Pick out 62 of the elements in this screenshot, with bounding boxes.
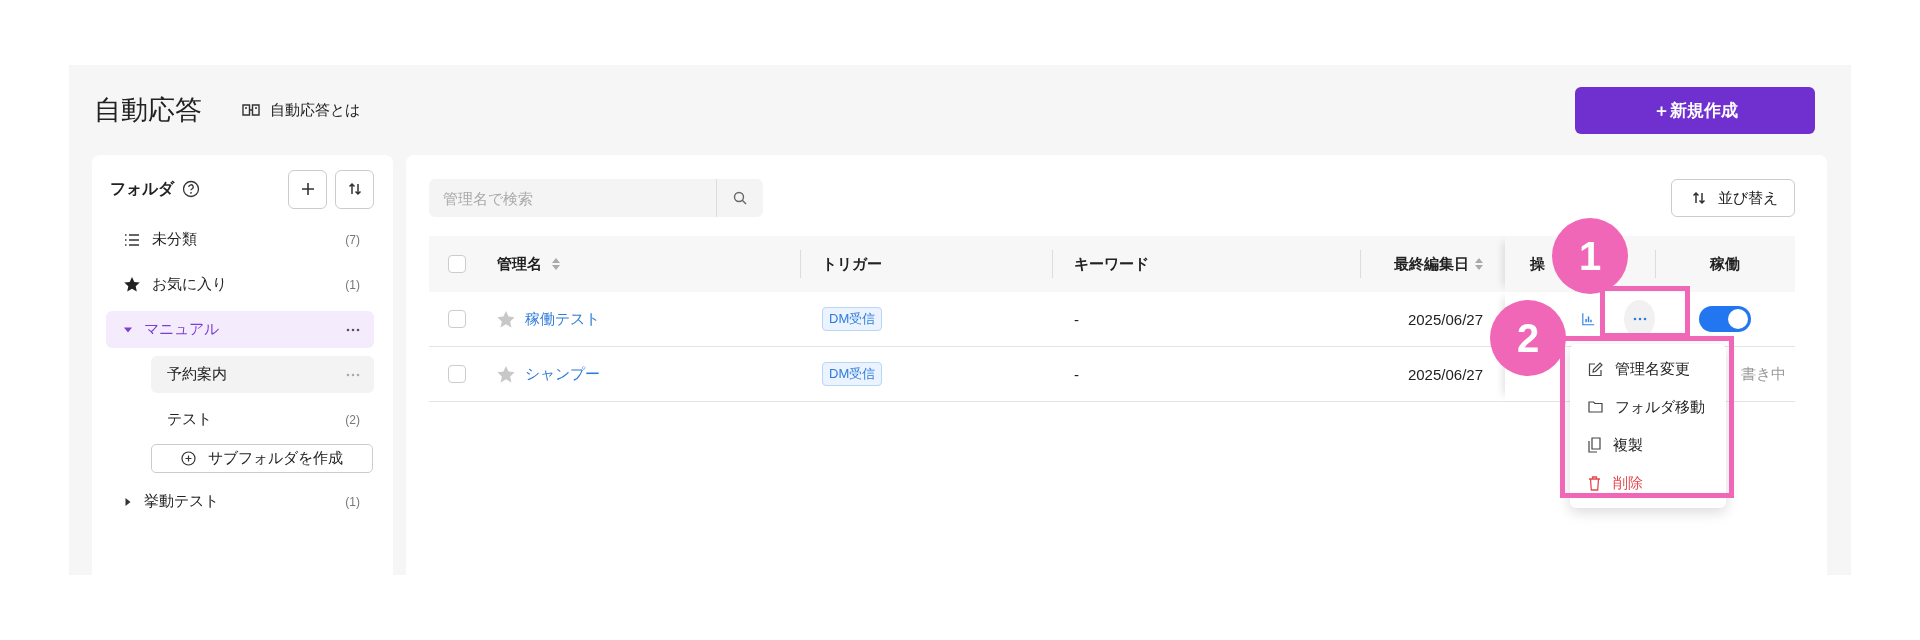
menu-item[interactable]: 複製: [1570, 426, 1726, 464]
book-icon: [242, 103, 260, 117]
sort-icon[interactable]: [552, 258, 560, 270]
item-count: (2): [345, 412, 360, 427]
copy-icon: [1588, 437, 1601, 453]
plus-icon: [299, 181, 316, 197]
list-icon: [124, 233, 140, 246]
keyword-cell: -: [1074, 365, 1079, 383]
folder-item[interactable]: 挙動テスト (1): [106, 483, 374, 520]
create-button[interactable]: ＋新規作成: [1575, 86, 1815, 134]
trigger-tag: DM受信: [822, 307, 883, 331]
more-icon: [1632, 317, 1647, 321]
more-icon[interactable]: [346, 327, 360, 332]
create-subfolder-button[interactable]: サブフォルダを作成: [151, 444, 373, 473]
sort-icon[interactable]: [1475, 258, 1483, 270]
sort-folders-button[interactable]: [335, 169, 374, 209]
help-link[interactable]: 自動応答とは: [242, 100, 360, 120]
bar-chart-icon[interactable]: [1582, 311, 1596, 327]
row-checkbox[interactable]: [448, 365, 466, 383]
item-count: (7): [345, 232, 360, 247]
item-count: (1): [345, 277, 360, 292]
menu-item[interactable]: フォルダ移動: [1570, 388, 1726, 426]
star-icon: [124, 277, 140, 292]
keyword-cell: -: [1074, 310, 1079, 328]
date-cell: 2025/06/27: [1407, 365, 1483, 383]
sort-icon: [347, 182, 362, 196]
folder-icon: [1588, 401, 1603, 413]
menu-item[interactable]: 管理名変更: [1570, 350, 1726, 388]
menu-item[interactable]: 削除: [1570, 464, 1726, 502]
caret-icon[interactable]: [124, 497, 132, 506]
folder-item[interactable]: お気に入り (1): [106, 266, 374, 303]
search-icon[interactable]: [733, 191, 747, 205]
column-header[interactable]: 最終編集日: [1394, 254, 1469, 274]
row-checkbox[interactable]: [448, 310, 466, 328]
column-header[interactable]: 管理名: [497, 254, 542, 274]
status-text: 書き中: [1740, 364, 1786, 384]
help-icon[interactable]: [182, 180, 200, 198]
edit-icon: [1588, 361, 1603, 377]
star-icon[interactable]: [497, 310, 515, 328]
subfolder-item[interactable]: 予約案内: [151, 356, 374, 393]
search-field[interactable]: 管理名で検索: [429, 179, 716, 217]
folder-heading: フォルダ: [110, 178, 174, 199]
star-icon[interactable]: [497, 365, 515, 383]
name-link[interactable]: シャンプー: [525, 364, 600, 384]
folder-item[interactable]: マニュアル: [106, 311, 374, 348]
trigger-tag: DM受信: [822, 362, 883, 386]
folder-item[interactable]: 未分類 (7): [106, 221, 374, 258]
select-all-checkbox[interactable]: [448, 255, 466, 273]
trash-icon: [1588, 475, 1601, 491]
add-folder-button[interactable]: [288, 169, 327, 209]
subfolder-item[interactable]: テスト (2): [151, 401, 374, 438]
page-title: 自動応答: [94, 94, 202, 127]
column-header: キーワード: [1074, 254, 1149, 274]
sort-icon: [1692, 191, 1706, 205]
column-header: 稼働: [1710, 254, 1740, 274]
sort-button[interactable]: 並び替え: [1671, 179, 1795, 217]
date-cell: 2025/06/27: [1407, 310, 1483, 328]
plus-circle-icon: [181, 451, 196, 466]
item-count: (1): [345, 494, 360, 509]
active-toggle[interactable]: [1699, 306, 1751, 332]
column-header: トリガー: [822, 254, 882, 274]
name-link[interactable]: 稼働テスト: [525, 309, 600, 329]
